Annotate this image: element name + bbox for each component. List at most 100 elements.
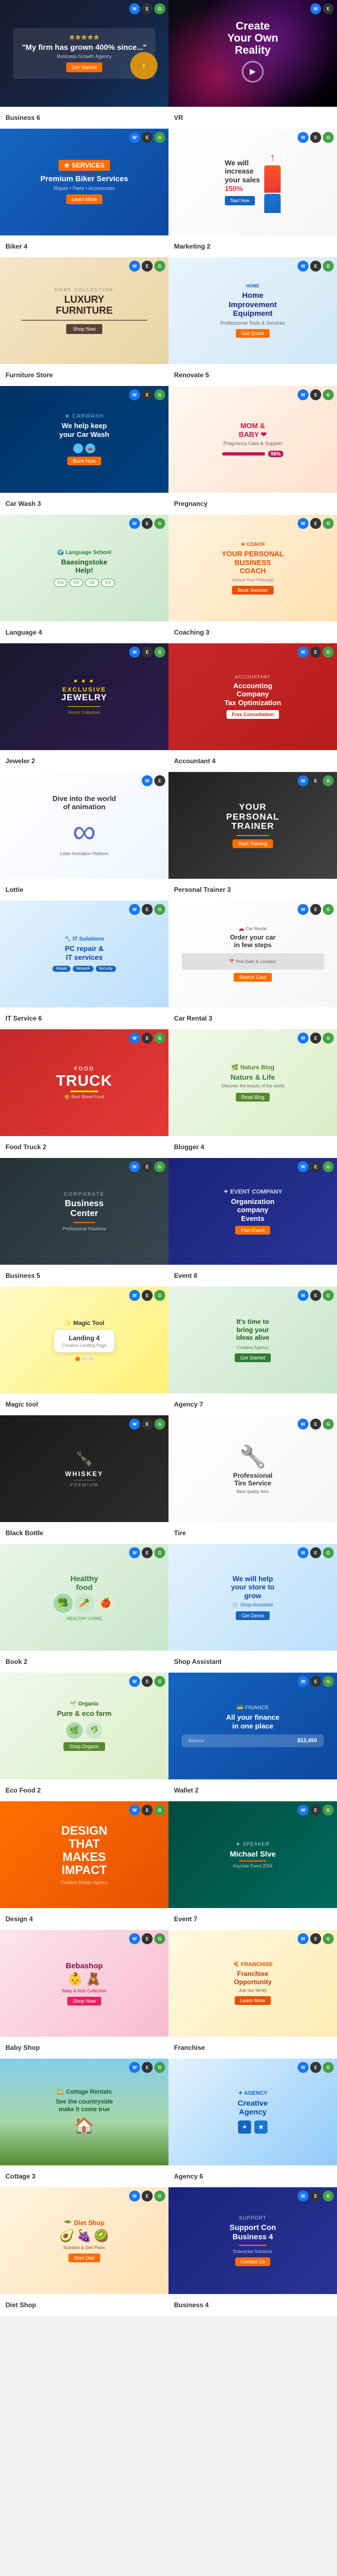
badge-g: G [323,2191,334,2202]
card-tire[interactable]: W E G 🔧 ProfessionalTire Service Best qu… [168,1415,337,1544]
card-vr[interactable]: W E CreateYour OwnReality ▶ VR [168,0,337,129]
card-furniture[interactable]: W E G HOME COLLECTION LUXURYFURNITURE Sh… [0,257,168,386]
card-business6[interactable]: W E G ⭐⭐⭐⭐⭐ "My firm has grown 400% sinc… [0,0,168,129]
badge-el: E [142,518,153,529]
badge-el: E [310,389,321,400]
card-shopassistant[interactable]: W E G We will helpyour store togrow 🛒 Sh… [168,1544,337,1673]
card-label: Accountant 4 [168,750,337,772]
badge-wp: W [298,389,309,400]
card-franchise[interactable]: W E G 🍕 FRANCHISE FranchiseOpportunity J… [168,1930,337,2059]
card-label: Baby Shop [0,2037,168,2059]
card-renovate5[interactable]: W E G Home HomeImprovementEquipment Prof… [168,257,337,386]
badge-el: E [310,1933,321,1944]
badge-g: G [323,1933,334,1944]
badge-el: E [310,2191,321,2202]
badge-wp: W [298,1290,309,1301]
badge-container: W E G [298,2191,334,2202]
badge-el: E [310,132,321,143]
card-label: Business 5 [0,1265,168,1287]
card-jeweler2[interactable]: W E G ◆ ◆ ◆ EXCLUSIVE JEWELRY Finest Col… [0,643,168,772]
card-ecofood2[interactable]: W E G 🌱 Organic Pure & eco farm 🌿 🥬 Shop… [0,1673,168,1801]
badge-container: W E G [129,2062,165,2073]
card-babyshop[interactable]: W E G Bebashop 👶 🧸 Baby & Kids Collectio… [0,1930,168,2059]
badge-el: E [142,647,153,658]
badge-container: W E G [298,647,334,658]
badge-g: G [323,1547,334,1558]
card-label: Franchise [168,2037,337,2059]
badge-g: G [154,1933,165,1944]
badge-container: W E G [129,1933,165,1944]
badge-container: W E G [129,518,165,529]
card-blackbottle[interactable]: W E G 🍾 WHISKEY PREMIUM Black Bottle [0,1415,168,1544]
card-carrental3[interactable]: W E G 🚗 Car Rental Order your carin few … [168,901,337,1029]
badge-el: E [142,1676,153,1687]
card-wallet2[interactable]: W E G 💳 FINANCE All your financein one p… [168,1673,337,1801]
badge-container: W E G [129,132,165,143]
card-carwash3[interactable]: W E G ★ CARWASH We help keepyour Car Was… [0,386,168,515]
card-itservice6[interactable]: W E G 🔧 IT Solutions PC repair &IT servi… [0,901,168,1029]
badge-g: G [154,1290,165,1301]
card-marketing2[interactable]: W E G We willincreaseyour sales150% Star… [168,129,337,257]
badge-g: G [154,647,165,658]
card-label: Car Rental 3 [168,1007,337,1029]
card-personaltrainer3[interactable]: W E G YOURPERSONALTRAINER Start Training… [168,772,337,901]
badge-el: E [142,1033,153,1044]
card-language4[interactable]: W E G 🌍 Language School BaasingstokeHelp… [0,515,168,643]
card-accountant4[interactable]: W E G ACCOUNTANT AccountingCompanyTax Op… [168,643,337,772]
card-agency7[interactable]: W E G It's time tobring yourideas alive … [168,1287,337,1415]
badge-container: W E G [129,1161,165,1172]
card-label: Business 6 [0,107,168,129]
badge-el: E [142,1547,153,1558]
badge-wp: W [298,904,309,915]
badge-wp: W [298,1033,309,1044]
badge-wp: W [142,775,153,786]
card-label: IT Service 6 [0,1007,168,1029]
badge-wp: W [129,132,140,143]
badge-container: W E G [129,1033,165,1044]
card-event7[interactable]: W E G ★ SPEAKER Michael Slve Keynote Eve… [168,1801,337,1930]
card-label: Magic tool [0,1393,168,1415]
card-event8[interactable]: W E G ✦ EVENT COMPANY Organizationcompan… [168,1158,337,1287]
card-design4[interactable]: W E G DESIGNTHATMAKESIMPACT Creative Des… [0,1801,168,1930]
badge-wp: W [129,2191,140,2202]
badge-wp: W [298,132,309,143]
card-agency6[interactable]: W E G ✦ AGENCY CreativeAgency ✦ ★ Agency… [168,2059,337,2187]
card-business4[interactable]: W E G SUPPORT Support ConBusiness 4 Ente… [168,2187,337,2316]
badge-el: E [310,775,321,786]
badge-wp: W [129,904,140,915]
card-label: Renovate 5 [168,364,337,386]
card-foodtruck2[interactable]: W E G FOOD TRUCK 🍔 Best Street Food Food… [0,1029,168,1158]
badge-wp: W [298,1161,309,1172]
badge-g: G [154,904,165,915]
card-label: Language 4 [0,621,168,643]
card-magictool[interactable]: W E G ✨ Magic Tool Landing 4 Creative La… [0,1287,168,1415]
badge-container: W E G [129,2191,165,2202]
card-label: Pregnancy [168,493,337,515]
card-coaching3[interactable]: W E G ★ Coach YOUR PERSONALBUSINESSCOACH… [168,515,337,643]
badge-g: G [154,518,165,529]
card-business5[interactable]: W E G CORPORATE BusinessCenter Professio… [0,1158,168,1287]
badge-container: W E G [298,132,334,143]
card-lottie[interactable]: W E Dive into the worldof animation ∞ Lo… [0,772,168,901]
card-pregnancy[interactable]: W E G MOM &BABY ❤ Pregnancy Care & Suppo… [168,386,337,515]
badge-wp: W [298,2191,309,2202]
badge-container: W E G [298,1547,334,1558]
badge-g: G [323,647,334,658]
card-blogger4[interactable]: W E G 🌿 Nature Blog Nature & Life Discov… [168,1029,337,1158]
badge-el: E [310,904,321,915]
card-label: Tire [168,1522,337,1544]
badge-wp: W [298,1676,309,1687]
badge-wp: W [129,1805,140,1816]
badge-container: W E G [298,389,334,400]
card-book2[interactable]: W E G Healthyfood 🥦 🥕 🍎 HEALTHY LIVING B… [0,1544,168,1673]
badge-el: E [142,1419,153,1430]
card-biker4[interactable]: W E G ★ SERVICES Premium Biker Services … [0,129,168,257]
card-cottage3[interactable]: W E G 🏡 Cottage Rentals See the countrys… [0,2059,168,2187]
badge-wp: W [129,1290,140,1301]
badge-container: W E [142,775,165,786]
card-label: Car Wash 3 [0,493,168,515]
badge-g: G [323,1033,334,1044]
badge-wp: W [298,647,309,658]
badge-container: W E G [298,904,334,915]
card-dietshop[interactable]: W E G 🥗 Diet Shop 🥑 🍇 🥝 Nutrition & Diet… [0,2187,168,2316]
